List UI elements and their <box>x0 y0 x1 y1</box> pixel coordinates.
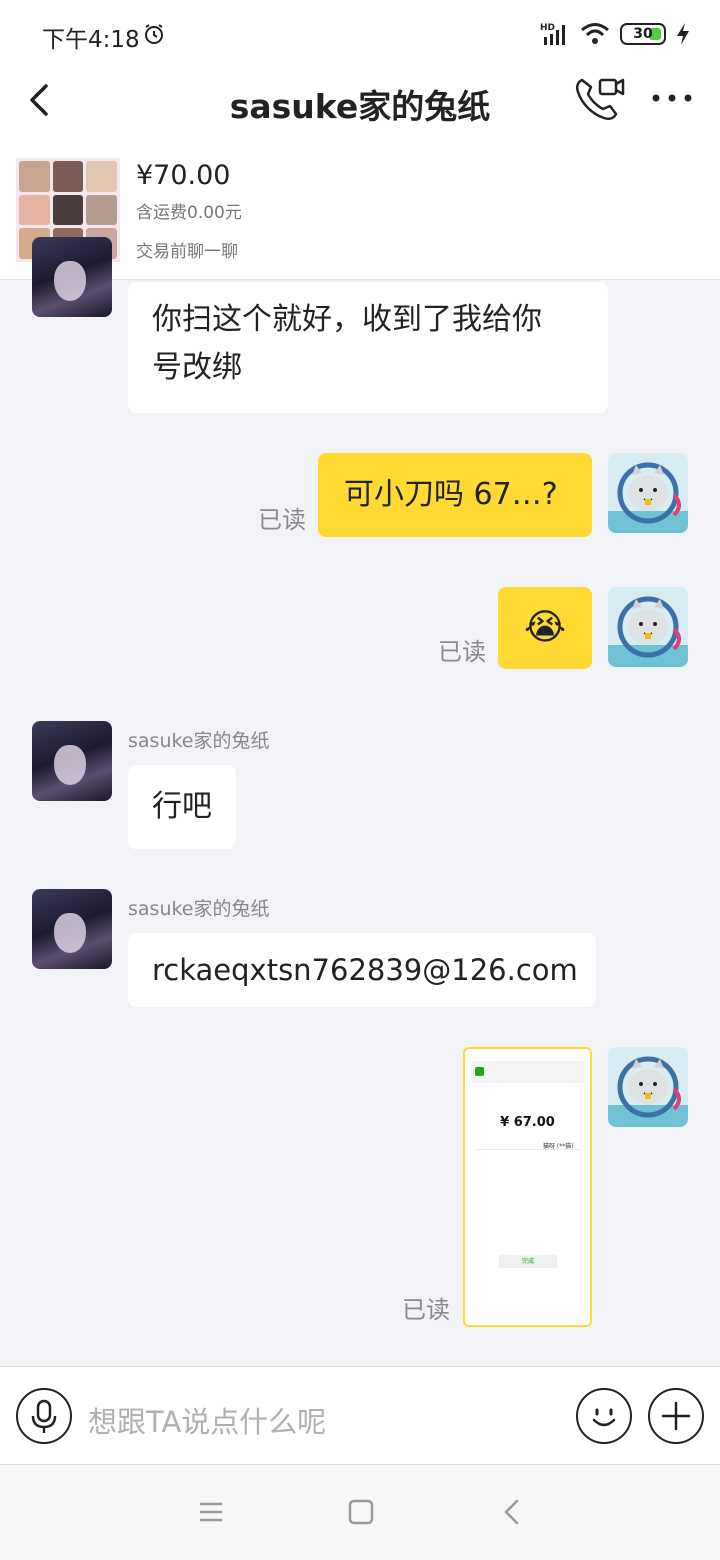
status-indicators: HD 30 <box>540 20 690 48</box>
read-receipt: 已读 <box>258 506 306 534</box>
plus-icon <box>661 1401 691 1431</box>
battery-level: 30 <box>633 26 653 42</box>
message-text-line: 你扫这个就好，收到了我给你 <box>152 302 542 337</box>
smiley-icon <box>592 1408 616 1427</box>
my-avatar[interactable] <box>608 587 688 667</box>
voice-button[interactable] <box>16 1388 72 1444</box>
message-text: rckaeqxtsn762839@126.com <box>152 953 578 987</box>
status-time: 下午4:18 <box>42 27 140 53</box>
contact-avatar[interactable] <box>32 237 112 317</box>
message-input[interactable]: 想跟TA说点什么呢 <box>88 1399 326 1441</box>
my-avatar[interactable] <box>608 453 688 533</box>
cat-avatar-icon <box>608 462 688 533</box>
screenshot-done-button: 完成 <box>499 1255 557 1268</box>
message-bubble-incoming[interactable]: rckaeqxtsn762839@126.com <box>128 933 596 1007</box>
chat-header: sasuke家的兔纸 <box>0 66 720 140</box>
status-bar: 下午4:18 HD 30 <box>0 0 720 66</box>
chat-note: 交易前聊一聊 <box>136 242 238 262</box>
alarm-icon <box>145 24 163 44</box>
more-options-icon[interactable] <box>648 84 696 112</box>
contact-avatar[interactable] <box>32 721 112 801</box>
battery-icon: 30 <box>620 23 666 45</box>
add-attachment-button[interactable] <box>648 1388 704 1444</box>
signal-icon: HD <box>540 23 565 45</box>
wifi-icon <box>581 23 609 44</box>
product-price: ¥70.00 <box>136 160 231 191</box>
message-bubble-incoming[interactable]: 行吧 <box>128 765 236 849</box>
system-nav-bar <box>0 1464 720 1560</box>
shipping-fee: 含运费0.00元 <box>136 203 242 223</box>
microphone-icon <box>31 1399 57 1433</box>
video-call-icon[interactable] <box>572 72 628 124</box>
screenshot-notification <box>471 1061 584 1083</box>
screenshot-amount: ¥ 67.00 <box>500 1115 555 1130</box>
message-text-line: 号改绑 <box>152 350 242 385</box>
sender-name: sasuke家的兔纸 <box>128 730 270 752</box>
emoji-button[interactable] <box>576 1388 632 1444</box>
message-bubble-outgoing[interactable]: 可小刀吗 67…? <box>318 453 592 537</box>
charging-icon <box>677 23 689 45</box>
my-avatar[interactable] <box>608 1047 688 1127</box>
network-label: HD <box>540 23 555 33</box>
menu-nav-icon[interactable] <box>196 1497 226 1527</box>
cat-avatar-icon <box>608 1056 688 1127</box>
image-message[interactable]: ¥ 67.00 猫呀 (**猫) 完成 <box>463 1047 592 1327</box>
crying-emoji: 😭 <box>523 607 567 648</box>
cat-avatar-icon <box>608 596 688 667</box>
read-receipt: 已读 <box>402 1296 450 1324</box>
message-text: 行吧 <box>152 789 212 824</box>
message-input-bar: 想跟TA说点什么呢 <box>0 1366 720 1464</box>
contact-avatar[interactable] <box>32 889 112 969</box>
home-nav-icon[interactable] <box>346 1497 376 1527</box>
message-bubble-incoming[interactable]: 你扫这个就好，收到了我给你 号改绑 <box>128 282 608 413</box>
wechat-pay-icon <box>475 1067 484 1076</box>
read-receipt: 已读 <box>438 638 486 666</box>
sender-name: sasuke家的兔纸 <box>128 898 270 920</box>
message-text: 可小刀吗 67…? <box>344 477 558 512</box>
message-bubble-emoji[interactable]: 😭 <box>498 587 592 669</box>
back-nav-icon[interactable] <box>498 1497 528 1527</box>
